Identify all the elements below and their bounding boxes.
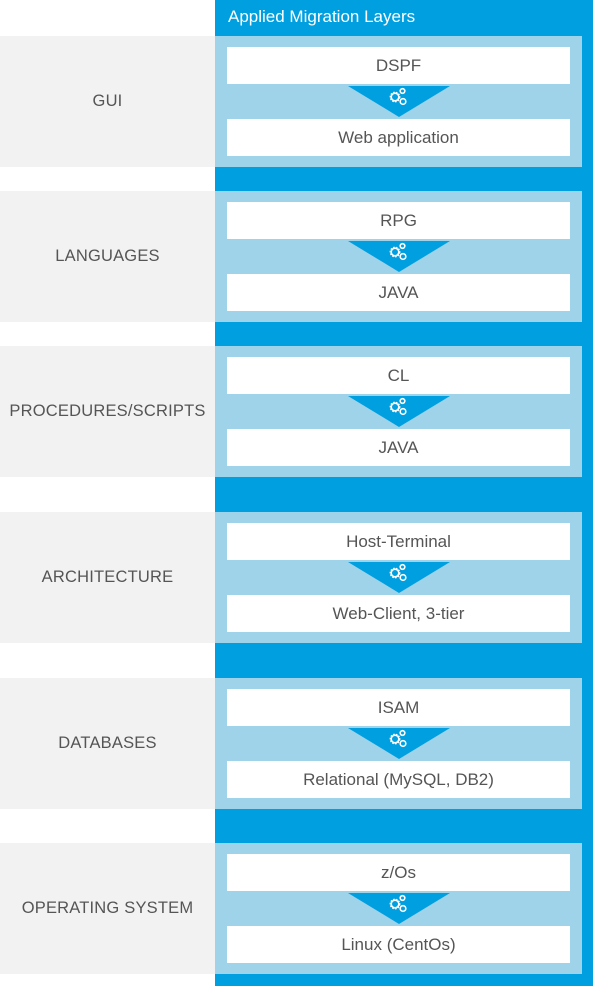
migration-panel: CL JAVA [215, 346, 582, 477]
migration-arrow [348, 86, 450, 117]
migration-arrow [348, 562, 450, 593]
migration-panel: Host-Terminal Web-Client, 3-tier [215, 512, 582, 643]
migration-panel: ISAM Relational (MySQL, DB2) [215, 678, 582, 809]
migration-arrow [348, 241, 450, 272]
layer-label: ARCHITECTURE [0, 512, 215, 643]
gears-icon [348, 562, 450, 593]
migration-row: GUI DSPF Web application [0, 36, 593, 167]
gears-icon [348, 728, 450, 759]
target-technology-box: JAVA [227, 274, 570, 311]
migration-arrow [348, 893, 450, 924]
layer-label: OPERATING SYSTEM [0, 843, 215, 974]
migration-arrow [348, 728, 450, 759]
layer-label: LANGUAGES [0, 191, 215, 322]
layer-label: GUI [0, 36, 215, 167]
migration-panel: RPG JAVA [215, 191, 582, 322]
target-technology-box: Relational (MySQL, DB2) [227, 761, 570, 798]
layer-label: PROCEDURES/SCRIPTS [0, 346, 215, 477]
migration-panel: z/Os Linux (CentOs) [215, 843, 582, 974]
target-technology-box: Linux (CentOs) [227, 926, 570, 963]
source-technology-box: Host-Terminal [227, 523, 570, 560]
migration-row: DATABASES ISAM Relational (MySQL, DB2) [0, 678, 593, 809]
gears-icon [348, 241, 450, 272]
migration-panel: DSPF Web application [215, 36, 582, 167]
migration-row: LANGUAGES RPG JAVA [0, 191, 593, 322]
migration-row: PROCEDURES/SCRIPTS CL JAVA [0, 346, 593, 477]
target-technology-box: Web-Client, 3-tier [227, 595, 570, 632]
source-technology-box: DSPF [227, 47, 570, 84]
gears-icon [348, 86, 450, 117]
source-technology-box: z/Os [227, 854, 570, 891]
gears-icon [348, 893, 450, 924]
source-technology-box: CL [227, 357, 570, 394]
target-technology-box: JAVA [227, 429, 570, 466]
migration-row: OPERATING SYSTEM z/Os Linux (CentOs) [0, 843, 593, 974]
source-technology-box: RPG [227, 202, 570, 239]
source-technology-box: ISAM [227, 689, 570, 726]
target-technology-box: Web application [227, 119, 570, 156]
column-title: Applied Migration Layers [228, 7, 416, 26]
gears-icon [348, 396, 450, 427]
migration-row: ARCHITECTURE Host-Terminal Web-Client, 3… [0, 512, 593, 643]
migration-arrow [348, 396, 450, 427]
layer-label: DATABASES [0, 678, 215, 809]
